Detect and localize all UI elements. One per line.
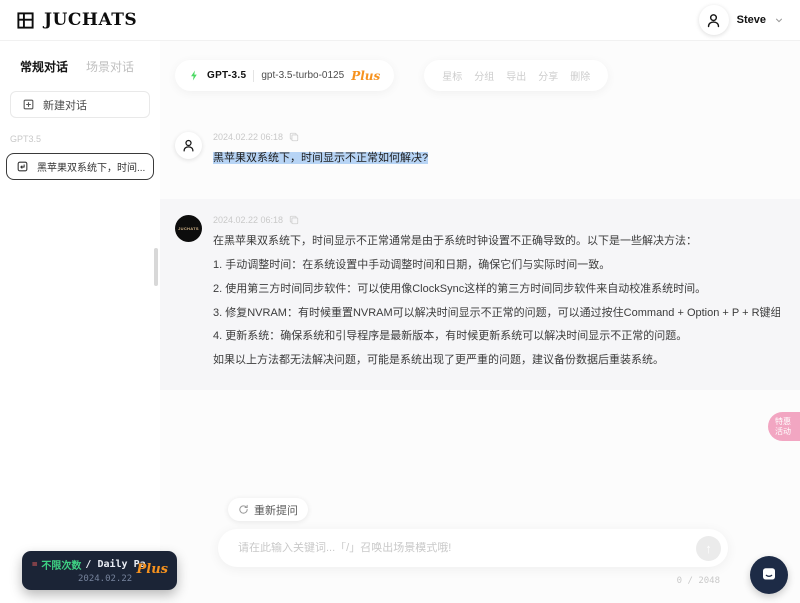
user-message-text: 黑苹果双系统下，时间显示不正常如何解决? [213,149,428,165]
divider [253,70,254,82]
share-action[interactable]: 分享 [538,68,558,83]
sidebar: 常规对话 场景对话 新建对话 GPT3.5 黑苹果双系统 [0,41,160,603]
user-message-timestamp: 2024.02.22 06:18 [213,132,283,142]
char-count: 0 / 2048 [677,576,720,586]
brand[interactable]: JUCHATS [16,10,137,30]
sidebar-tabs: 常规对话 场景对话 [0,41,160,75]
promo-pill[interactable]: 特惠活动 [768,412,800,441]
assistant-avatar-label: JUCHATS [178,226,199,231]
brand-title: JUCHATS [44,10,137,30]
delete-action[interactable]: 删除 [570,68,590,83]
new-chat-button[interactable]: 新建对话 [10,91,150,118]
lightning-icon [189,69,200,82]
conversation-toolbar: GPT-3.5 gpt-3.5-turbo-0125 Plus 星标 分组 导出… [175,60,608,91]
person-icon [181,138,196,153]
assistant-paragraph: 2. 使用第三方时间同步软件：可以使用像ClockSync这样的第三方时间同步软… [213,282,780,297]
copy-icon[interactable] [289,132,299,142]
chevron-down-icon[interactable] [774,15,784,25]
requery-button[interactable]: 重新提问 [228,498,308,521]
copy-icon[interactable] [289,215,299,225]
refresh-icon [238,504,249,515]
conversation-actions: 星标 分组 导出 分享 删除 [424,60,608,91]
plan-badge[interactable]: = 不限次数 / Daily Pa 2024.02.22 Plus [22,551,177,590]
tab-scene-chat[interactable]: 场景对话 [86,58,134,75]
grid-logo-icon [16,11,35,30]
main-area: GPT-3.5 gpt-3.5-turbo-0125 Plus 星标 分组 导出… [160,41,800,603]
tab-regular-chat[interactable]: 常规对话 [20,58,68,75]
user-message-avatar [175,132,202,159]
send-button[interactable]: ↑ [696,536,721,561]
assistant-message: JUCHATS 2024.02.22 06:18 在黑苹果双系统下，时间显示不正… [160,199,800,390]
assistant-paragraph: 1. 手动调整时间：在系统设置中手动调整时间和日期，确保它们与实际时间一致。 [213,258,780,273]
model-selector[interactable]: GPT-3.5 gpt-3.5-turbo-0125 Plus [175,60,394,91]
assistant-avatar: JUCHATS [175,215,202,242]
app-root: JUCHATS Steve 常规对话 场景对话 [0,0,800,603]
group-action[interactable]: 分组 [474,68,494,83]
person-icon [705,12,722,29]
export-action[interactable]: 导出 [506,68,526,83]
chat-bubble-icon [16,160,29,173]
plan-plus-badge: Plus [137,562,168,577]
model-name: GPT-3.5 [207,70,246,81]
top-header: JUCHATS Steve [0,0,800,41]
sidebar-section-label: GPT3.5 [10,134,160,144]
chat-list-item[interactable]: 黑苹果双系统下，时间... [6,153,154,180]
message-input-bar: ↑ [218,529,728,567]
star-action[interactable]: 星标 [442,68,462,83]
promo-label: 特惠活动 [775,417,793,437]
plus-badge: Plus [351,69,380,83]
requery-label: 重新提问 [254,502,298,518]
new-chat-label: 新建对话 [43,97,87,113]
assistant-message-timestamp: 2024.02.22 06:18 [213,215,283,225]
assistant-paragraph: 3. 修复NVRAM：有时候重置NVRAM可以解决时间显示不正常的问题，可以通过… [213,306,780,321]
assistant-paragraph: 如果以上方法都无法解决问题，可能是系统出现了更严重的问题，建议备份数据后重装系统… [213,353,780,368]
user-name: Steve [737,14,766,26]
chat-item-title: 黑苹果双系统下，时间... [37,159,145,174]
assistant-message-text: 在黑苹果双系统下，时间显示不正常通常是由于系统时钟设置不正确导致的。以下是一些解… [213,234,780,368]
user-message: 2024.02.22 06:18 黑苹果双系统下，时间显示不正常如何解决? [175,132,780,165]
unlimited-label: 不限次数 [41,557,81,572]
support-chat-button[interactable] [750,556,788,594]
scrollbar-thumb[interactable] [154,248,158,286]
equals-icon: = [32,560,37,570]
assistant-paragraph: 在黑苹果双系统下，时间显示不正常通常是由于系统时钟设置不正确导致的。以下是一些解… [213,234,780,249]
model-variant: gpt-3.5-turbo-0125 [261,70,344,81]
chat-widget-icon [760,566,778,584]
user-avatar[interactable] [699,5,729,35]
assistant-paragraph: 4. 更新系统：确保系统和引导程序是最新版本，有时候更新系统可以解决时间显示不正… [213,329,780,344]
message-input[interactable] [238,542,696,554]
new-chat-icon [22,98,35,111]
